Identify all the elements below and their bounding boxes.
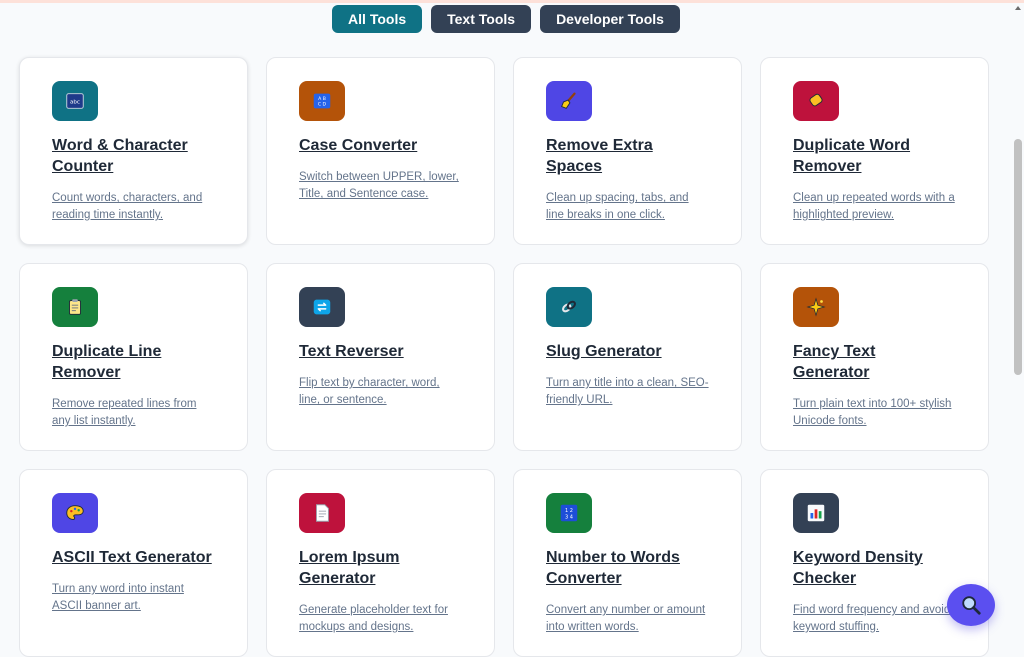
tool-description: Remove repeated lines from any list inst… <box>52 398 197 427</box>
tool-description: Turn any word into instant ASCII banner … <box>52 583 184 612</box>
link-icon <box>562 300 576 313</box>
tool-icon-tile: A BC D <box>299 81 345 121</box>
tool-card[interactable]: Slug Generator Turn any title into a clea… <box>513 263 742 451</box>
clipboard-icon <box>69 299 81 315</box>
tool-card[interactable]: Duplicate Word Remover Clean up repeated … <box>760 57 989 245</box>
tool-card[interactable]: abc Word & Character Counter Count words, … <box>19 57 248 245</box>
top-accent-line <box>0 0 1024 3</box>
tool-card[interactable]: ASCII Text Generator Turn any word into i… <box>19 469 248 657</box>
tool-title-link[interactable]: Number to Words Converter <box>546 547 709 589</box>
filter-text-tools-button[interactable]: Text Tools <box>431 5 532 33</box>
tools-grid: abc Word & Character Counter Count words, … <box>19 57 989 657</box>
search-fab-button[interactable] <box>947 584 995 626</box>
tool-title-link[interactable]: ASCII Text Generator <box>52 547 215 568</box>
tool-icon-tile <box>52 493 98 533</box>
tool-title-link[interactable]: Duplicate Line Remover <box>52 341 215 383</box>
tool-card[interactable]: Fancy Text Generator Turn plain text into… <box>760 263 989 451</box>
svg-text:abc: abc <box>70 99 80 105</box>
tool-description: Find word frequency and avoid keyword st… <box>793 604 951 633</box>
tool-icon-tile: 1 23 4 <box>546 493 592 533</box>
sparkles-icon <box>806 297 826 317</box>
bar-chart-icon <box>807 504 825 522</box>
abc-icon: abc <box>66 93 84 109</box>
tool-icon-tile <box>793 493 839 533</box>
filter-all-tools-button[interactable]: All Tools <box>332 5 423 33</box>
numbers-icon: 1 23 4 <box>560 504 578 522</box>
tool-card[interactable]: Keyword Density Checker Find word frequen… <box>760 469 989 657</box>
tool-description: Clean up repeated words with a highlight… <box>793 192 955 221</box>
tool-icon-tile <box>793 287 839 327</box>
tool-description: Turn any title into a clean, SEO-friendl… <box>546 377 709 406</box>
tool-description: Turn plain text into 100+ stylish Unicod… <box>793 398 952 427</box>
palette-icon <box>66 505 84 520</box>
tool-icon-tile <box>546 81 592 121</box>
tool-description: Count words, characters, and reading tim… <box>52 192 203 221</box>
scrollbar[interactable] <box>1014 6 1022 636</box>
reverse-icon <box>313 299 331 315</box>
tool-card[interactable]: A BC D Case Converter Switch between UPPER… <box>266 57 495 245</box>
abcd-icon: A BC D <box>313 93 331 109</box>
tool-title-link[interactable]: Keyword Density Checker <box>793 547 956 589</box>
tool-card[interactable]: Duplicate Line Remover Remove repeated li… <box>19 263 248 451</box>
tool-title-link[interactable]: Slug Generator <box>546 341 709 362</box>
search-icon <box>962 596 981 615</box>
tool-description: Clean up spacing, tabs, and line breaks … <box>546 192 689 221</box>
tool-description: Switch between UPPER, lower, Title, and … <box>299 171 459 200</box>
eraser-icon <box>809 93 823 107</box>
document-icon <box>316 504 329 522</box>
tool-icon-tile <box>546 287 592 327</box>
svg-text:1 2: 1 2 <box>565 508 573 514</box>
tool-description: Flip text by character, word, line, or s… <box>299 377 440 406</box>
broom-icon <box>561 92 576 109</box>
svg-text:A B: A B <box>318 96 326 102</box>
tool-icon-tile <box>299 287 345 327</box>
tool-icon-tile: abc <box>52 81 98 121</box>
tool-title-link[interactable]: Text Reverser <box>299 341 462 362</box>
tool-card[interactable]: Remove Extra Spaces Clean up spacing, tab… <box>513 57 742 245</box>
svg-text:3 4: 3 4 <box>565 515 573 521</box>
filter-developer-tools-button[interactable]: Developer Tools <box>540 5 680 33</box>
tool-description: Generate placeholder text for mockups an… <box>299 604 448 633</box>
tool-title-link[interactable]: Word & Character Counter <box>52 135 215 177</box>
scroll-up-arrow-icon[interactable] <box>1015 6 1021 10</box>
filter-bar: All Tools Text Tools Developer Tools <box>0 5 1012 33</box>
tool-card[interactable]: 1 23 4 Number to Words Converter Convert a… <box>513 469 742 657</box>
tool-card[interactable]: Lorem Ipsum Generator Generate placeholde… <box>266 469 495 657</box>
scrollbar-thumb[interactable] <box>1014 139 1022 375</box>
tool-description: Convert any number or amount into writte… <box>546 604 706 633</box>
tool-title-link[interactable]: Remove Extra Spaces <box>546 135 709 177</box>
tool-title-link[interactable]: Duplicate Word Remover <box>793 135 956 177</box>
tool-title-link[interactable]: Lorem Ipsum Generator <box>299 547 462 589</box>
tool-title-link[interactable]: Case Converter <box>299 135 462 156</box>
tool-icon-tile <box>299 493 345 533</box>
svg-text:C D: C D <box>318 102 327 108</box>
tool-title-link[interactable]: Fancy Text Generator <box>793 341 956 383</box>
tool-card[interactable]: Text Reverser Flip text by character, wor… <box>266 263 495 451</box>
tool-icon-tile <box>52 287 98 327</box>
tool-icon-tile <box>793 81 839 121</box>
